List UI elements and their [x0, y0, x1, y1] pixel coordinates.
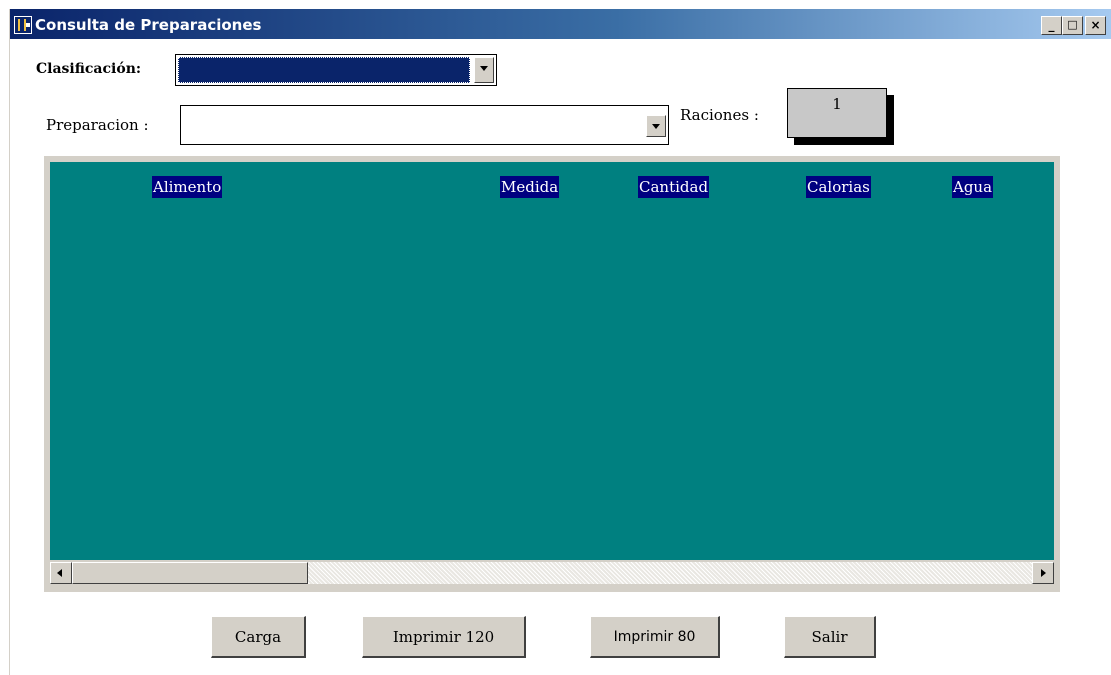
preparacion-label: Preparacion : [46, 116, 149, 134]
column-header-alimento[interactable]: Alimento [152, 176, 223, 198]
column-header-agua[interactable]: Agua [952, 176, 994, 198]
scrollbar-thumb[interactable] [72, 562, 308, 584]
imprimir-120-button[interactable]: Imprimir 120 [362, 616, 526, 658]
salir-button[interactable]: Salir [784, 616, 876, 658]
title-bar[interactable]: Consulta de Preparaciones _ □ × [10, 9, 1111, 39]
clasificacion-selected-value [178, 57, 470, 83]
clasificacion-select[interactable] [175, 54, 497, 86]
grid-body: Alimento Medida Cantidad Calorias Agua [50, 162, 1054, 560]
carga-button[interactable]: Carga [211, 616, 306, 658]
main-window: Consulta de Preparaciones _ □ × Clasific… [9, 9, 1111, 675]
window-title: Consulta de Preparaciones [35, 16, 262, 34]
preparacion-select[interactable] [180, 105, 669, 145]
close-button[interactable]: × [1085, 16, 1106, 35]
raciones-field[interactable]: 1 [787, 88, 887, 138]
raciones-label: Raciones : [680, 106, 759, 124]
column-header-medida[interactable]: Medida [500, 176, 560, 198]
column-header-calorias[interactable]: Calorias [806, 176, 871, 198]
chevron-down-icon[interactable] [474, 57, 494, 83]
horizontal-scrollbar[interactable] [50, 562, 1054, 584]
scroll-left-icon[interactable] [50, 562, 72, 584]
clasificacion-label: Clasificación: [36, 61, 142, 77]
scroll-right-icon[interactable] [1032, 562, 1054, 584]
preparacion-selected-value [183, 108, 642, 142]
ingredients-grid[interactable]: Alimento Medida Cantidad Calorias Agua [44, 156, 1060, 592]
maximize-button[interactable]: □ [1062, 16, 1083, 35]
minimize-button[interactable]: _ [1041, 16, 1062, 35]
chevron-down-icon[interactable] [646, 115, 666, 137]
column-header-cantidad[interactable]: Cantidad [638, 176, 710, 198]
imprimir-80-button[interactable]: Imprimir 80 [590, 616, 720, 658]
app-icon [14, 16, 32, 34]
